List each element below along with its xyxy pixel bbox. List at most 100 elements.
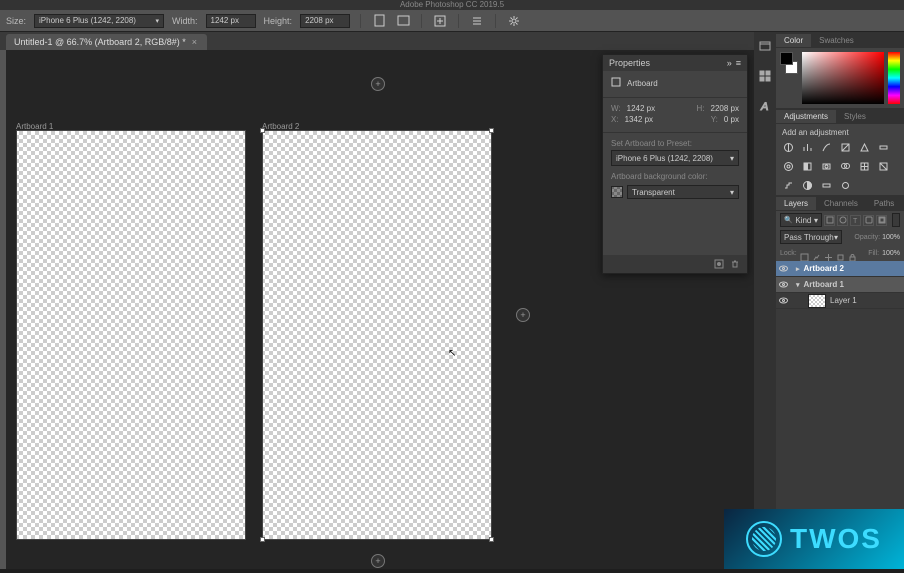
landscape-orientation-icon[interactable]	[395, 13, 411, 29]
blend-mode-dropdown[interactable]: Pass Through ▾	[780, 230, 842, 244]
preset-dropdown[interactable]: iPhone 6 Plus (1242, 2208) ▾	[611, 150, 739, 166]
properties-header[interactable]: Properties » ≡	[603, 55, 747, 71]
libraries-icon[interactable]	[757, 68, 773, 84]
x-value[interactable]: 1342 px	[625, 115, 653, 124]
tab-swatches[interactable]: Swatches	[811, 34, 862, 47]
layer-artboard-2[interactable]: ▸ Artboard 2	[776, 261, 904, 277]
filter-pixel-icon[interactable]	[824, 215, 835, 226]
layer-thumbnail	[808, 294, 826, 308]
type-label: Artboard	[627, 79, 658, 88]
bg-swatch[interactable]	[611, 186, 623, 198]
w-value[interactable]: 1242 px	[627, 104, 655, 113]
trash-icon[interactable]	[729, 258, 741, 270]
tab-styles[interactable]: Styles	[836, 110, 874, 123]
hue-saturation-icon[interactable]	[877, 141, 889, 153]
gradient-map-icon[interactable]	[820, 179, 832, 191]
layer-layer-1[interactable]: Layer 1	[776, 293, 904, 309]
resize-handle[interactable]	[489, 128, 494, 133]
filter-shape-icon[interactable]	[863, 215, 874, 226]
filter-adjustment-icon[interactable]	[837, 215, 848, 226]
close-icon[interactable]: ×	[192, 37, 197, 47]
disclosure-triangle-icon[interactable]: ▸	[796, 265, 800, 273]
filter-type-icon[interactable]: T	[850, 215, 861, 226]
tab-adjustments[interactable]: Adjustments	[776, 110, 836, 123]
color-lookup-icon[interactable]	[858, 160, 870, 172]
character-icon[interactable]: A	[757, 98, 773, 114]
add-artboard-right-button[interactable]: +	[516, 308, 530, 322]
svg-text:A: A	[760, 101, 768, 113]
brightness-contrast-icon[interactable]	[782, 141, 794, 153]
resize-handle[interactable]	[489, 537, 494, 542]
foreground-background-swatch[interactable]	[780, 52, 798, 74]
lock-all-icon[interactable]	[848, 249, 857, 258]
visibility-icon[interactable]	[778, 296, 788, 306]
threshold-icon[interactable]	[801, 179, 813, 191]
invert-icon[interactable]	[877, 160, 889, 172]
height-input[interactable]: 2208 px	[300, 14, 350, 28]
black-white-icon[interactable]	[801, 160, 813, 172]
color-balance-icon[interactable]	[782, 160, 794, 172]
size-label: Size:	[6, 16, 26, 26]
selective-color-icon[interactable]	[839, 179, 851, 191]
h-value[interactable]: 2208 px	[711, 104, 739, 113]
fill-value[interactable]: 100%	[882, 250, 900, 257]
disclosure-triangle-icon[interactable]: ▾	[796, 281, 800, 289]
tab-paths[interactable]: Paths	[866, 197, 902, 210]
channel-mixer-icon[interactable]	[839, 160, 851, 172]
tab-layers[interactable]: Layers	[776, 197, 816, 210]
artboard-1[interactable]	[16, 130, 246, 540]
visibility-icon[interactable]	[778, 264, 788, 274]
layer-name: Artboard 2	[804, 264, 844, 273]
lock-position-icon[interactable]	[824, 249, 833, 258]
lock-transparent-icon[interactable]	[800, 249, 809, 258]
lock-image-icon[interactable]	[812, 249, 821, 258]
layers-panel-tabs: Layers Channels Paths	[776, 195, 904, 211]
color-field[interactable]	[802, 52, 884, 104]
photo-filter-icon[interactable]	[820, 160, 832, 172]
artboard-size-dropdown[interactable]: iPhone 6 Plus (1242, 2208) ▾	[34, 14, 164, 28]
gear-icon[interactable]	[506, 13, 522, 29]
panel-menu-icon[interactable]: ≡	[736, 58, 741, 68]
layer-artboard-1[interactable]: ▾ Artboard 1	[776, 277, 904, 293]
history-icon[interactable]	[757, 38, 773, 54]
properties-panel: Properties » ≡ Artboard W: 1242 px H: 22…	[602, 54, 748, 274]
foreground-color-swatch[interactable]	[780, 52, 793, 65]
chevron-down-icon: ▾	[814, 216, 818, 225]
align-icon[interactable]	[469, 13, 485, 29]
collapse-icon[interactable]: »	[727, 58, 732, 68]
levels-icon[interactable]	[801, 141, 813, 153]
lock-artboard-icon[interactable]	[836, 249, 845, 258]
resize-handle[interactable]	[260, 537, 265, 542]
options-bar: Size: iPhone 6 Plus (1242, 2208) ▾ Width…	[0, 10, 904, 32]
document-tab[interactable]: Untitled-1 @ 66.7% (Artboard 2, RGB/8#) …	[6, 34, 207, 50]
exposure-icon[interactable]	[839, 141, 851, 153]
resize-handle[interactable]	[260, 128, 265, 133]
height-label: Height:	[264, 16, 293, 26]
adjustments-title: Add an adjustment	[782, 128, 898, 137]
visibility-icon[interactable]	[778, 280, 788, 290]
posterize-icon[interactable]	[782, 179, 794, 191]
filter-kind-dropdown[interactable]: 🔍 Kind ▾	[780, 213, 822, 227]
add-artboard-top-button[interactable]: +	[371, 77, 385, 91]
vibrance-icon[interactable]	[858, 141, 870, 153]
filter-smart-icon[interactable]	[876, 215, 887, 226]
curves-icon[interactable]	[820, 141, 832, 153]
lock-label: Lock:	[780, 250, 797, 257]
collapsed-panel-strip: A	[754, 32, 776, 569]
tab-color[interactable]: Color	[776, 34, 811, 47]
width-input[interactable]: 1242 px	[206, 14, 256, 28]
portrait-orientation-icon[interactable]	[371, 13, 387, 29]
w-label: W:	[611, 104, 621, 113]
artboard-type-icon	[611, 77, 621, 89]
filter-toggle[interactable]	[892, 213, 900, 227]
layer-mask-icon[interactable]	[713, 258, 725, 270]
add-artboard-icon[interactable]	[432, 13, 448, 29]
y-value[interactable]: 0 px	[724, 115, 739, 124]
width-label: Width:	[172, 16, 198, 26]
hue-slider[interactable]	[888, 52, 900, 104]
opacity-value[interactable]: 100%	[882, 234, 900, 241]
artboard-2[interactable]	[262, 130, 492, 540]
add-artboard-bottom-button[interactable]: +	[371, 554, 385, 568]
tab-channels[interactable]: Channels	[816, 197, 866, 210]
bg-dropdown[interactable]: Transparent ▾	[627, 185, 739, 199]
